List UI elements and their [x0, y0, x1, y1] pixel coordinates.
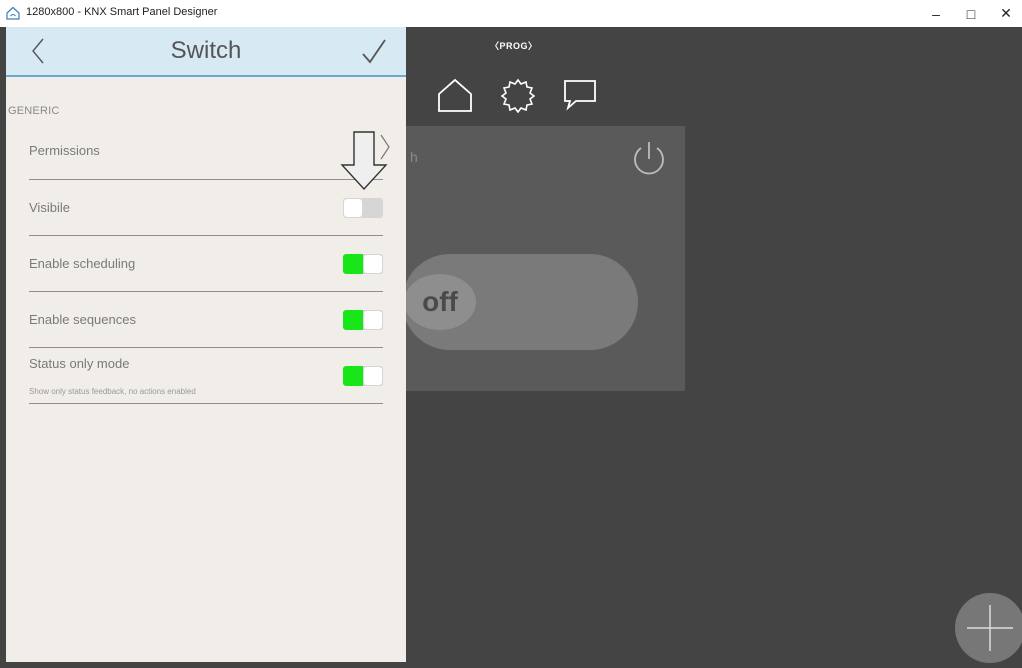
- sequences-toggle[interactable]: [343, 310, 383, 330]
- switch-state-label: off: [422, 286, 458, 317]
- status-only-label: Status only mode: [29, 356, 130, 371]
- status-only-toggle[interactable]: [343, 366, 383, 386]
- prog-label[interactable]: 〈PROG〉: [490, 39, 538, 52]
- visible-toggle[interactable]: [343, 198, 383, 218]
- power-icon[interactable]: [629, 139, 669, 179]
- window-titlebar: 1280x800 - KNX Smart Panel Designer – □ …: [0, 0, 1022, 27]
- switch-widget-card[interactable]: h off: [402, 126, 685, 391]
- chat-icon[interactable]: [562, 77, 598, 113]
- widget-label: h: [410, 149, 418, 165]
- status-only-row: Status only mode Show only status feedba…: [29, 349, 383, 404]
- window-title: 1280x800 - KNX Smart Panel Designer: [26, 6, 218, 18]
- status-only-sublabel: Show only status feedback, no actions en…: [29, 387, 196, 396]
- panel-header: Switch: [6, 27, 406, 77]
- chevron-left-icon: [32, 38, 44, 64]
- scheduling-row: Enable scheduling: [29, 247, 383, 292]
- switch-knob[interactable]: off: [404, 274, 476, 330]
- sequences-row: Enable sequences: [29, 303, 383, 348]
- app-home-icon: [6, 6, 20, 20]
- checkmark-icon: [362, 39, 386, 64]
- add-button[interactable]: [955, 593, 1022, 663]
- plus-icon: [967, 605, 1013, 651]
- scheduling-toggle[interactable]: [343, 254, 383, 274]
- back-button[interactable]: [24, 33, 52, 69]
- minimize-button[interactable]: –: [920, 0, 952, 27]
- scheduling-label: Enable scheduling: [29, 256, 136, 271]
- close-button[interactable]: ✕: [990, 0, 1022, 27]
- permissions-label: Permissions: [29, 143, 100, 158]
- panel-title: Switch: [170, 37, 242, 64]
- sequences-label: Enable sequences: [29, 312, 136, 327]
- settings-panel: Switch GENERIC Permissions Visibile Enab…: [6, 27, 406, 662]
- permissions-row[interactable]: Permissions: [29, 134, 390, 180]
- app-surface: 〈PROG〉 h off Switch GENERIC Permissions …: [0, 27, 1022, 663]
- visible-label: Visibile: [29, 200, 70, 215]
- gear-icon[interactable]: [500, 77, 536, 113]
- on-off-switch[interactable]: off: [402, 254, 638, 350]
- arrow-down-icon: [340, 131, 388, 191]
- home-icon[interactable]: [437, 77, 473, 113]
- visible-row: Visibile: [29, 191, 383, 236]
- maximize-button[interactable]: □: [955, 0, 987, 27]
- confirm-button[interactable]: [356, 33, 392, 69]
- section-label: GENERIC: [8, 105, 60, 117]
